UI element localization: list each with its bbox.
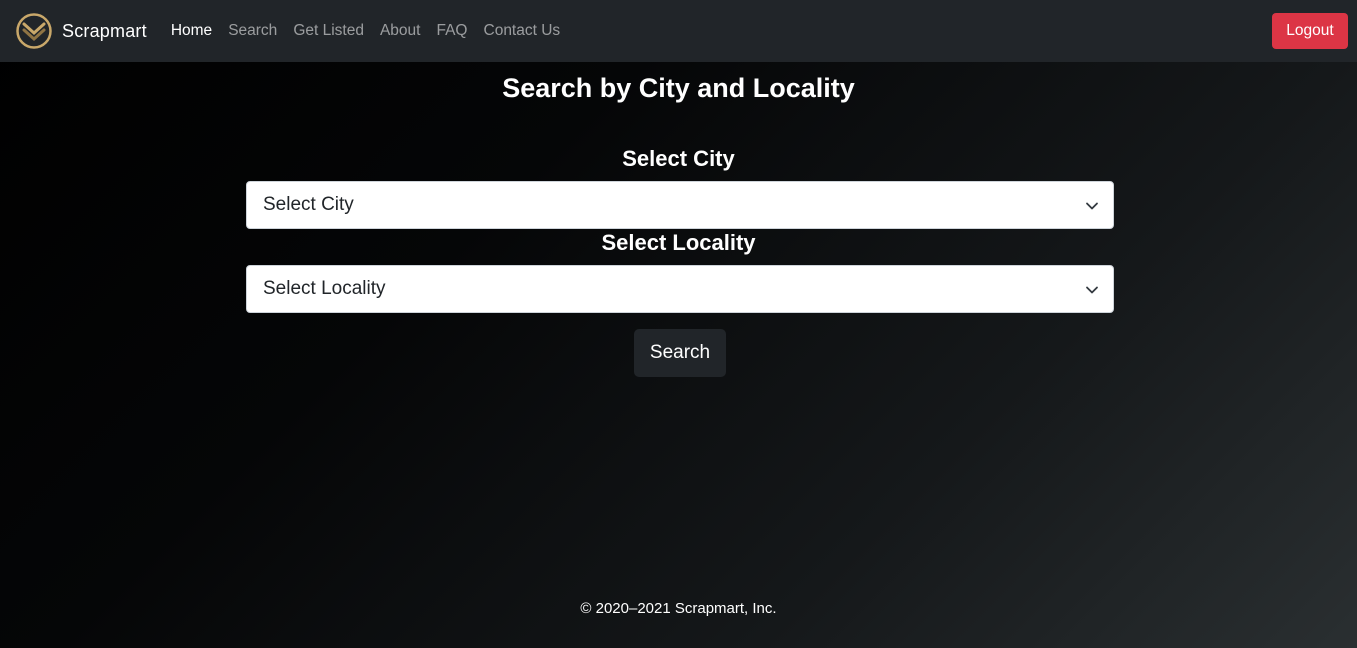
- navbar: Scrapmart Home Search Get Listed About F…: [0, 0, 1357, 62]
- nav-links: Home Search Get Listed About FAQ Contact…: [171, 22, 576, 40]
- page-title: Search by City and Locality: [502, 73, 855, 103]
- nav-item-search[interactable]: Search: [228, 22, 277, 40]
- brand-name: Scrapmart: [62, 20, 147, 41]
- locality-select-value: Select Locality: [263, 278, 386, 299]
- nav-item-contact-us[interactable]: Contact Us: [484, 22, 561, 40]
- nav-item-faq[interactable]: FAQ: [436, 22, 467, 40]
- nav-item-home[interactable]: Home: [171, 22, 212, 40]
- locality-select[interactable]: Select Locality: [246, 265, 1114, 313]
- city-select-value: Select City: [263, 194, 354, 215]
- chevron-down-icon: [1086, 286, 1098, 294]
- city-select[interactable]: Select City: [246, 181, 1114, 229]
- logout-button[interactable]: Logout: [1272, 13, 1348, 49]
- brand-link[interactable]: Scrapmart: [16, 13, 147, 49]
- nav-item-about[interactable]: About: [380, 22, 421, 40]
- nav-item-get-listed[interactable]: Get Listed: [293, 22, 364, 40]
- locality-label: Select Locality: [601, 230, 756, 255]
- city-label: Select City: [622, 146, 735, 171]
- search-button[interactable]: Search: [634, 329, 726, 377]
- footer-copyright: © 2020–2021 Scrapmart, Inc.: [580, 600, 777, 617]
- scrapmart-logo-icon: [16, 13, 52, 49]
- chevron-down-icon: [1086, 202, 1098, 210]
